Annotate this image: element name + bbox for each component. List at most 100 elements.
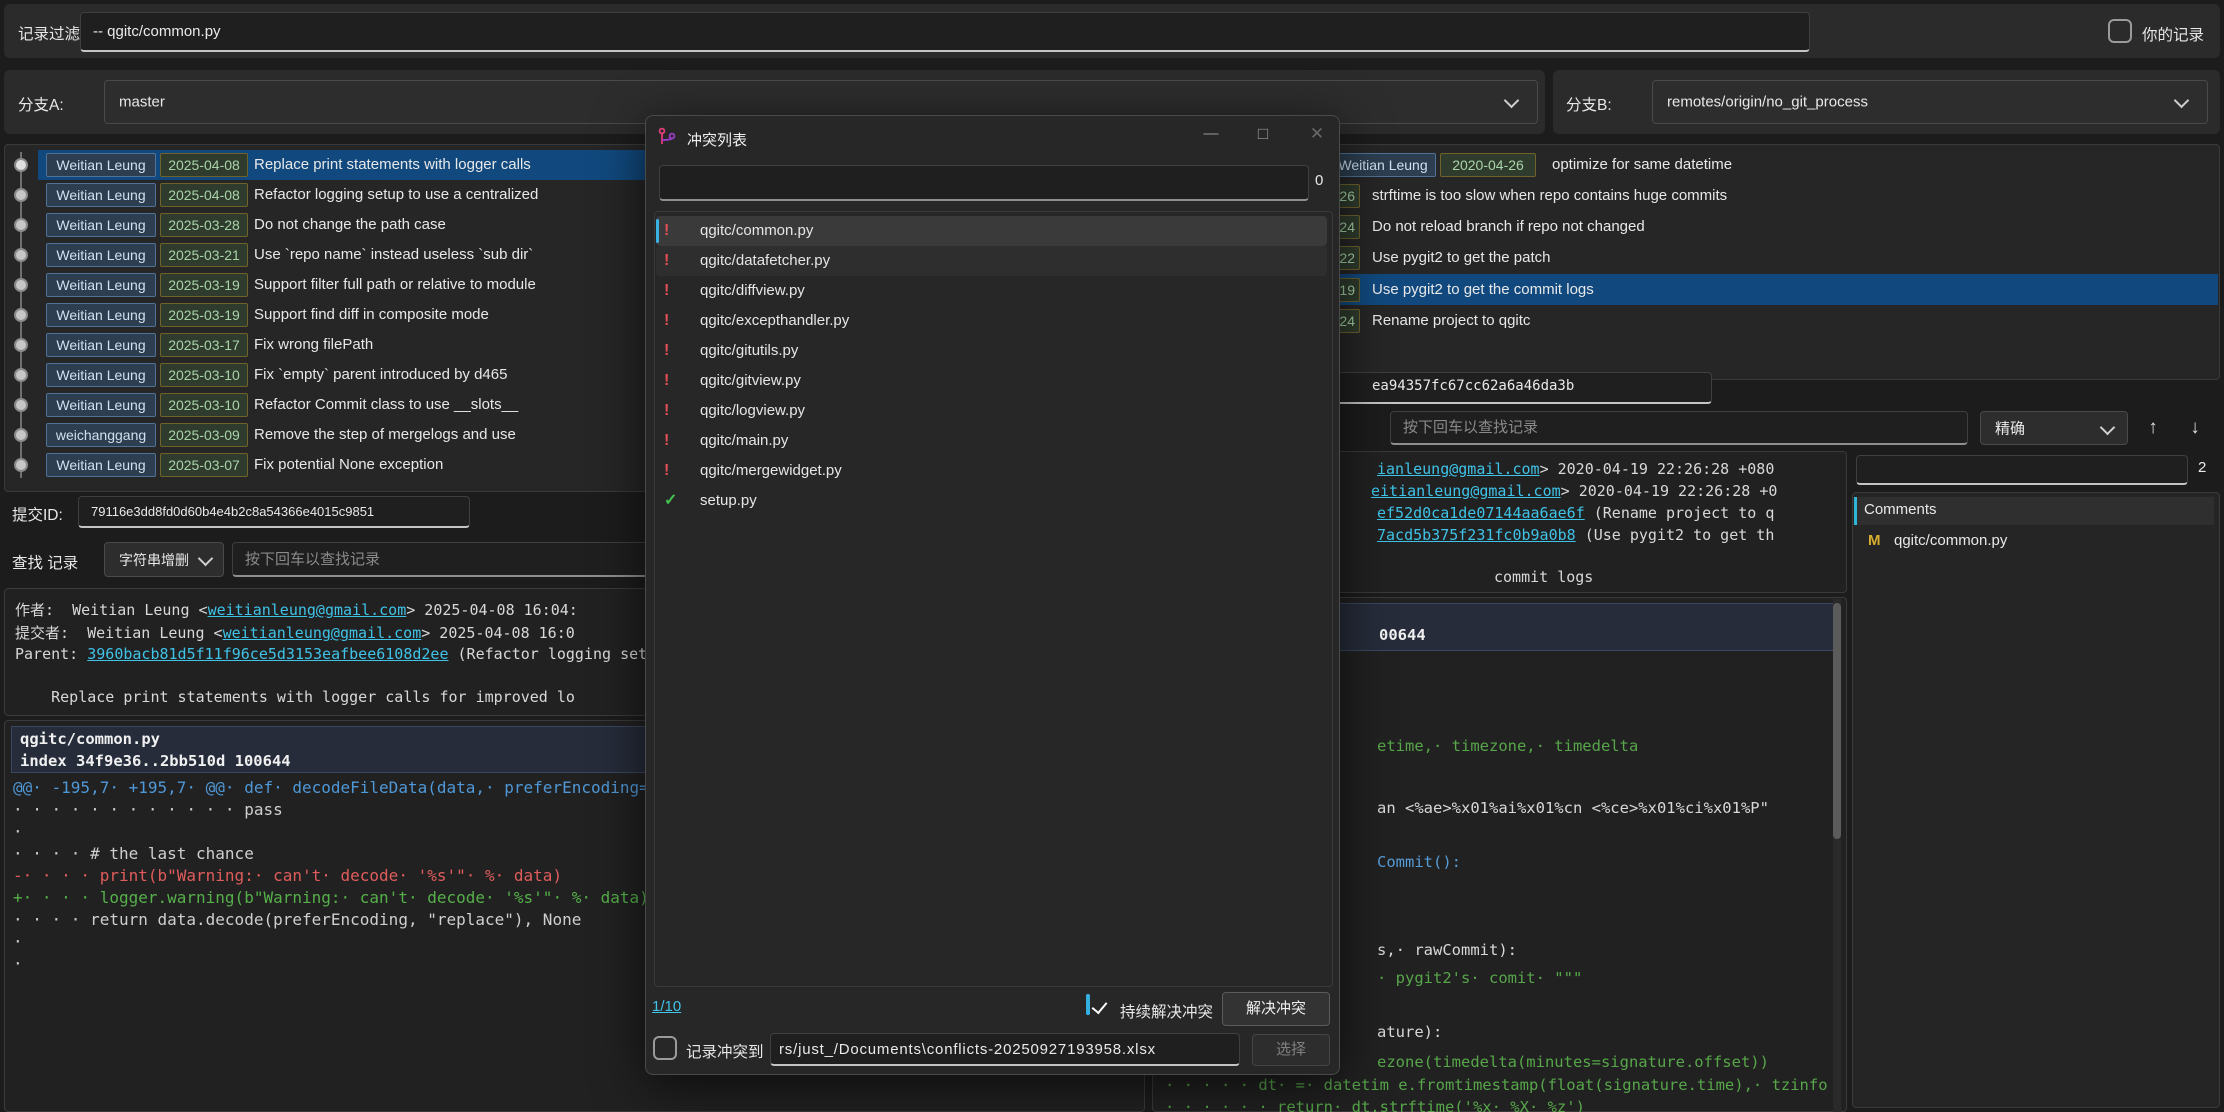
- conflict-item[interactable]: !qgitc/logview.py: [656, 396, 1327, 426]
- resolve-button[interactable]: 解决冲突: [1222, 992, 1330, 1026]
- graph-node-icon: [14, 248, 28, 262]
- your-commits-checkbox[interactable]: [2108, 19, 2132, 43]
- commit-message[interactable]: strftime is too slow when repo contains …: [1372, 181, 1727, 211]
- file-filter-count: 2: [2198, 459, 2206, 476]
- commit-message[interactable]: Remove the step of mergelogs and use: [254, 420, 516, 450]
- diff-line: · · · · # the last chance: [13, 843, 254, 865]
- diff-index-tail: 00644: [1379, 626, 1426, 644]
- conflict-item[interactable]: !qgitc/datafetcher.py: [656, 246, 1327, 276]
- maximize-icon[interactable]: □: [1243, 119, 1283, 149]
- modified-badge: M: [1868, 532, 1881, 549]
- keep-resolving-checkbox[interactable]: [1086, 994, 1090, 1015]
- diff-line: @@· -195,7· +195,7· @@· def· decodeFileD…: [13, 777, 668, 799]
- commit-id-value: ea94357fc67cc62a6a46da3b: [1372, 378, 1574, 394]
- code-line: ature):: [1377, 1023, 1442, 1041]
- code-line: an <%ae>%x01%ai%x01%cn <%ce>%x01%ci%x01%…: [1377, 799, 1769, 817]
- email-link[interactable]: eitianleung@gmail.com: [1371, 482, 1561, 500]
- graph-node-icon: [14, 308, 28, 322]
- commit-message[interactable]: Fix wrong filePath: [254, 330, 373, 360]
- conflict-item[interactable]: !qgitc/diffview.py: [656, 276, 1327, 306]
- dialog-title: 冲突列表: [687, 129, 747, 150]
- parent-hash-link[interactable]: 3960bacb81d5f11f96ce5d3153eafbee6108d2ee: [87, 645, 448, 663]
- commit-message[interactable]: Refactor Commit class to use __slots__: [254, 390, 518, 420]
- diff-line: ·: [13, 931, 23, 953]
- commit-message[interactable]: Support filter full path or relative to …: [254, 270, 536, 300]
- email-link[interactable]: ianleung@gmail.com: [1377, 460, 1540, 478]
- commit-author: Weitian Leung: [46, 243, 156, 267]
- scrollbar-thumb[interactable]: [1833, 603, 1841, 839]
- commit-message[interactable]: Use pygit2 to get the commit logs: [1372, 275, 1594, 305]
- email-link[interactable]: weitianleung@gmail.com: [223, 624, 422, 642]
- diff-line: · · · · return data.decode(preferEncodin…: [13, 909, 581, 931]
- graph-node-icon: [14, 428, 28, 442]
- resolved-icon: ✓: [664, 486, 677, 516]
- commit-message[interactable]: Replace print statements with logger cal…: [254, 150, 531, 180]
- file-group-header[interactable]: Comments: [1854, 497, 2214, 525]
- hash-link[interactable]: 7acd5b375f231fc0b9a0b8: [1377, 526, 1576, 544]
- commit-message[interactable]: Support find diff in composite mode: [254, 300, 489, 330]
- conflict-filter-box: [659, 165, 1309, 201]
- filter-input[interactable]: [81, 13, 1809, 50]
- branch-b-combobox[interactable]: remotes/origin/no_git_process: [1652, 80, 2208, 124]
- commit-author: weichanggang: [46, 423, 156, 447]
- diff-scrollbar[interactable]: [1833, 599, 1841, 1112]
- commit-author: Weitian Leung: [46, 273, 156, 297]
- log-path-input[interactable]: [771, 1034, 1239, 1064]
- file-filter-input[interactable]: [1857, 456, 2187, 483]
- commit-date: 2025-03-10: [160, 363, 248, 387]
- commit-message[interactable]: Fix `empty` parent introduced by d465: [254, 360, 507, 390]
- conflict-item[interactable]: !qgitc/excepthandler.py: [656, 306, 1327, 336]
- file-list-item[interactable]: M qgitc/common.py: [1854, 529, 2214, 555]
- conflict-filter-input[interactable]: [660, 166, 1308, 199]
- chevron-down-icon: [2174, 93, 2190, 109]
- match-mode-combobox[interactable]: 精确: [1980, 411, 2128, 445]
- conflict-progress-link[interactable]: 1/10: [652, 998, 681, 1015]
- your-commits-label: 你的记录: [2142, 23, 2204, 45]
- choose-button[interactable]: 选择: [1252, 1034, 1330, 1066]
- log-conflicts-checkbox[interactable]: [653, 1036, 677, 1060]
- commit-message[interactable]: Do not change the path case: [254, 210, 446, 240]
- file-group-label: Comments: [1864, 501, 1937, 518]
- commit-message[interactable]: Do not reload branch if repo not changed: [1372, 212, 1645, 242]
- diff-line: ·: [13, 821, 23, 843]
- code-line: s,· rawCommit):: [1377, 941, 1517, 959]
- email-link[interactable]: weitianleung@gmail.com: [208, 601, 407, 619]
- commit-message[interactable]: Fix potential None exception: [254, 450, 443, 480]
- code-line: Commit():: [1377, 853, 1461, 871]
- find-input-b[interactable]: [1391, 412, 1967, 443]
- commit-author: Weitian Leung: [46, 213, 156, 237]
- find-prev-button[interactable]: ↑: [2136, 411, 2170, 445]
- conflict-item[interactable]: ✓setup.py: [656, 486, 1327, 516]
- commit-id-input[interactable]: [79, 497, 469, 526]
- commit-author: Weitian Leung: [46, 183, 156, 207]
- minimize-icon[interactable]: —: [1191, 119, 1231, 149]
- commit-message[interactable]: optimize for same datetime: [1552, 150, 1732, 180]
- filter-label: 记录过滤:: [18, 22, 84, 44]
- code-line: ezone(timedelta(minutes=signature.offset…: [1377, 1053, 1769, 1071]
- close-icon[interactable]: ✕: [1297, 119, 1337, 149]
- commit-message[interactable]: Rename project to qgitc: [1372, 306, 1530, 336]
- hash-link[interactable]: ef52d0ca1de07144aa6ae6f: [1377, 504, 1585, 522]
- commit-message-body: Replace print statements with logger cal…: [15, 688, 575, 706]
- conflict-item[interactable]: !qgitc/gitview.py: [656, 366, 1327, 396]
- code-line: · · · · · dt· =· datetim e.fromtimestamp…: [1165, 1076, 1833, 1094]
- conflict-item-selected[interactable]: !qgitc/common.py: [656, 216, 1327, 246]
- commit-message[interactable]: Refactor logging setup to use a centrali…: [254, 180, 538, 210]
- conflict-item[interactable]: !qgitc/mergewidget.py: [656, 456, 1327, 486]
- commit-message[interactable]: Use `repo name` instead useless `sub dir…: [254, 240, 533, 270]
- find-next-button[interactable]: ↓: [2178, 411, 2212, 445]
- chevron-down-icon: [1504, 93, 1520, 109]
- graph-node-icon: [14, 158, 28, 172]
- log-conflicts-label: 记录冲突到: [686, 1040, 764, 1062]
- conflict-item[interactable]: !qgitc/main.py: [656, 426, 1327, 456]
- chevron-down-icon: [198, 551, 214, 567]
- commit-date: 2025-03-09: [160, 423, 248, 447]
- commit-message[interactable]: Use pygit2 to get the patch: [1372, 243, 1550, 273]
- commit-author: Weitian Leung: [46, 393, 156, 417]
- file-filter-input-box: [1856, 455, 2188, 485]
- accent-bar: [656, 219, 659, 243]
- conflict-item[interactable]: !qgitc/gitutils.py: [656, 336, 1327, 366]
- diff-line: · · · · · · · · · · · · pass: [13, 799, 283, 821]
- find-type-combobox[interactable]: 字符串增删: [104, 542, 224, 577]
- graph-node-icon: [14, 278, 28, 292]
